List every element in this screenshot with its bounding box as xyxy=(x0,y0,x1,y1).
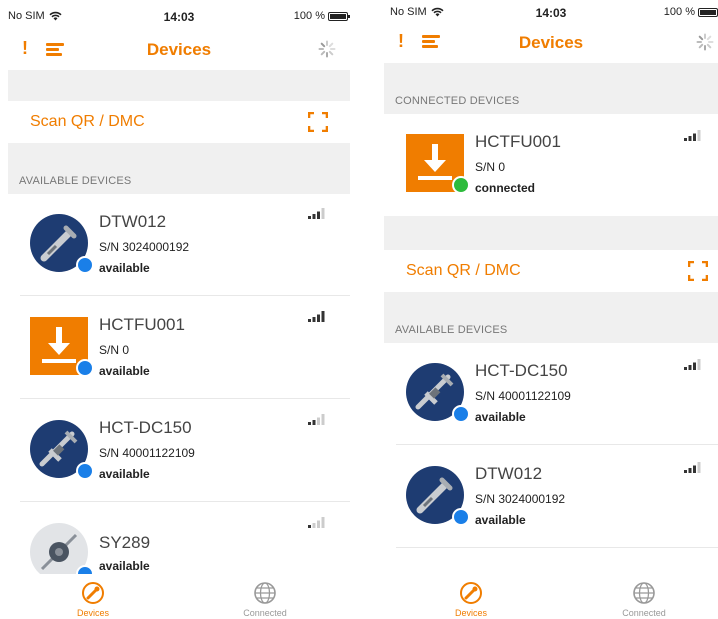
device-status: available xyxy=(99,559,150,573)
nav-bar: ! Devices xyxy=(384,25,718,61)
tab-bar: Devices Connected xyxy=(8,574,350,619)
globe-icon xyxy=(254,582,276,604)
device-serial: S/N 0 xyxy=(99,343,130,357)
battery-icon xyxy=(698,7,718,17)
device-name: HCT-DC150 xyxy=(475,361,568,380)
signal-strength-icon xyxy=(308,517,325,528)
available-devices-label: AVAILABLE DEVICES xyxy=(19,175,132,187)
loading-spinner-icon xyxy=(318,40,336,58)
page-title: Devices xyxy=(518,33,584,52)
tab-devices-label: Devices xyxy=(76,608,109,618)
devices-screen-left: No SIM 14:03 100 % ! Devices Scan QR / D… xyxy=(8,0,350,619)
clock: 14:03 xyxy=(163,10,195,24)
carrier-label: No SIM xyxy=(390,6,427,18)
status-dot xyxy=(452,405,470,423)
connected-devices-header: CONNECTED DEVICES xyxy=(384,63,718,114)
signal-strength-icon xyxy=(308,414,325,425)
wifi-icon xyxy=(431,7,444,17)
device-serial: S/N 40001122109 xyxy=(99,446,195,460)
tab-connected-label: Connected xyxy=(243,608,287,618)
section-gap xyxy=(8,70,350,101)
device-row[interactable]: HCT-DC150 S/N 40001122109 available xyxy=(384,343,718,445)
device-name: HCTFU001 xyxy=(99,315,185,334)
device-row[interactable]: HCT-DC150 S/N 40001122109 available xyxy=(8,400,350,502)
tab-devices-label: Devices xyxy=(454,608,487,618)
device-row[interactable]: HCTFU001 S/N 0 available xyxy=(8,297,350,399)
signal-strength-icon xyxy=(684,130,701,141)
battery-label: 100 % xyxy=(663,6,695,18)
device-name: DTW012 xyxy=(99,212,167,231)
device-row[interactable]: DTW012 S/N 3024000192 available xyxy=(8,194,350,296)
available-devices-header: AVAILABLE DEVICES xyxy=(8,143,350,194)
scan-qr-row[interactable]: Scan QR / DMC xyxy=(8,101,350,143)
clock: 14:03 xyxy=(535,6,567,20)
connected-device-row[interactable]: HCTFU001 S/N 0 connected xyxy=(384,114,718,216)
device-status: available xyxy=(475,410,526,424)
device-status: available xyxy=(99,261,150,275)
status-bar: No SIM 14:03 100 % xyxy=(8,10,350,26)
nav-bar: ! Devices xyxy=(8,32,350,68)
scan-frame-icon[interactable] xyxy=(308,112,328,132)
signal-strength-icon xyxy=(684,462,701,473)
status-dot xyxy=(76,256,94,274)
devices-screen-right: No SIM 14:03 100 % ! Devices CONNECTED D… xyxy=(384,0,718,619)
section-gap xyxy=(384,216,718,250)
battery-icon xyxy=(328,11,350,21)
device-serial: S/N 3024000192 xyxy=(99,240,190,254)
device-status: available xyxy=(475,513,526,527)
battery-label: 100 % xyxy=(293,10,325,22)
scan-frame-icon[interactable] xyxy=(688,261,708,281)
device-serial: S/N 0 xyxy=(475,160,506,174)
available-devices-header: AVAILABLE DEVICES xyxy=(384,292,718,343)
device-serial: S/N 3024000192 xyxy=(475,492,566,506)
status-bar: No SIM 14:03 100 % xyxy=(384,6,718,22)
device-serial: S/N 40001122109 xyxy=(475,389,571,403)
status-dot xyxy=(76,462,94,480)
scan-qr-row[interactable]: Scan QR / DMC xyxy=(384,250,718,292)
devices-icon xyxy=(460,582,482,604)
device-row[interactable]: DTW012 S/N 3024000192 available xyxy=(384,446,718,548)
wifi-icon xyxy=(49,11,62,21)
signal-strength-icon xyxy=(308,311,325,322)
status-dot xyxy=(452,508,470,526)
device-status: connected xyxy=(475,181,536,195)
tab-connected-label: Connected xyxy=(622,608,666,618)
device-name: SY289 xyxy=(99,533,151,552)
status-dot xyxy=(76,359,94,377)
device-status: available xyxy=(99,364,150,378)
signal-strength-icon xyxy=(308,208,325,219)
scan-qr-label: Scan QR / DMC xyxy=(30,113,145,130)
device-name: HCT-DC150 xyxy=(99,418,192,437)
scan-qr-label: Scan QR / DMC xyxy=(406,262,521,279)
devices-icon xyxy=(82,582,104,604)
device-status: available xyxy=(99,467,150,481)
status-dot xyxy=(452,176,470,194)
available-devices-label: AVAILABLE DEVICES xyxy=(395,324,508,336)
signal-strength-icon xyxy=(684,359,701,370)
device-name: HCTFU001 xyxy=(475,132,561,151)
connected-devices-label: CONNECTED DEVICES xyxy=(395,95,520,107)
device-name: DTW012 xyxy=(475,464,543,483)
globe-icon xyxy=(633,582,655,604)
loading-spinner-icon xyxy=(696,33,714,51)
carrier-label: No SIM xyxy=(8,10,45,22)
page-title: Devices xyxy=(146,40,212,59)
tab-bar: Devices Connected xyxy=(384,574,718,619)
